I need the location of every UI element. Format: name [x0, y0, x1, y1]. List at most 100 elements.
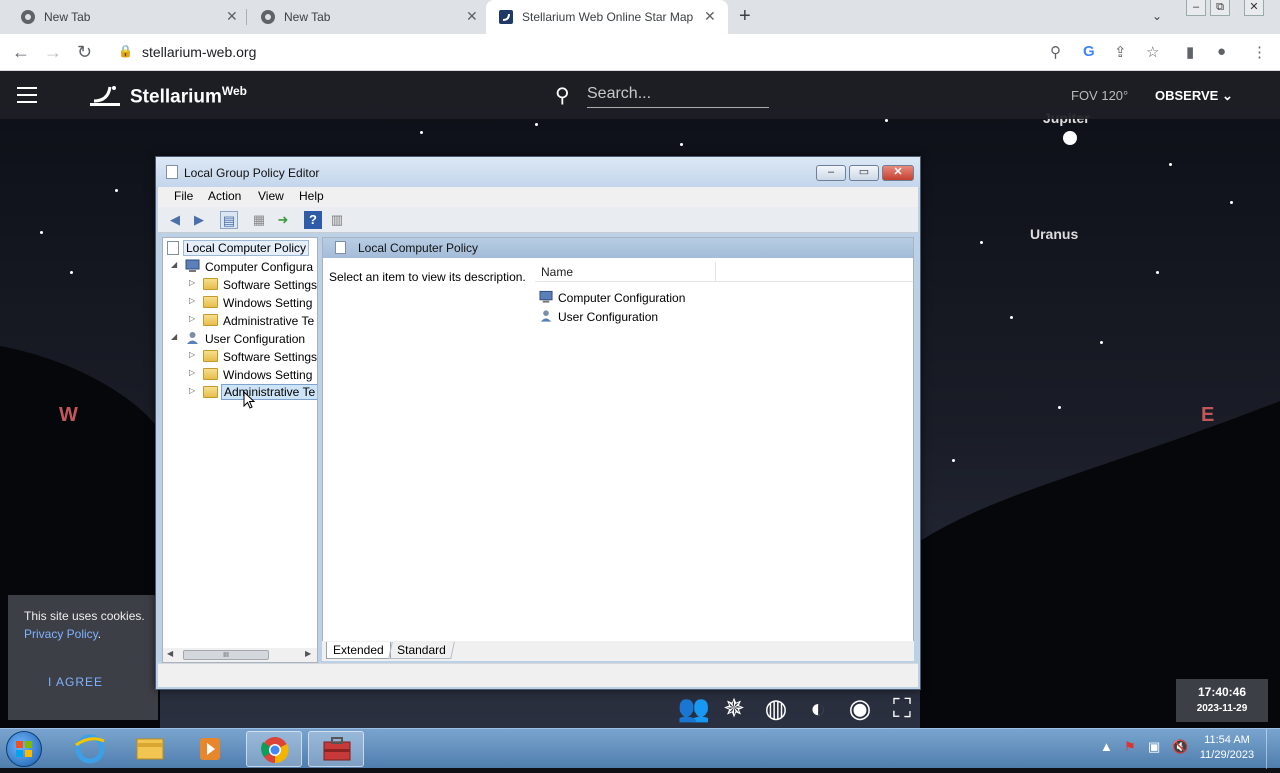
toolbox-taskbar-icon[interactable]	[308, 731, 364, 767]
tree-node-software-settings[interactable]: ▷ Software Settings	[189, 348, 317, 366]
collapsed-arrow-icon[interactable]: ▷	[189, 368, 195, 377]
forward-arrow-icon[interactable]: ▶	[190, 211, 208, 229]
show-desktop-button[interactable]	[1266, 729, 1280, 769]
menu-file[interactable]: File	[174, 189, 193, 203]
restore-window-icon[interactable]: ⧉	[1210, 0, 1230, 16]
eye-view-icon[interactable]: ◉	[842, 691, 878, 725]
side-panel-icon[interactable]: ▮	[1186, 43, 1194, 61]
minimize-button[interactable]: –	[816, 165, 846, 181]
expanded-arrow-icon[interactable]: ◢	[171, 332, 177, 341]
observe-label: OBSERVE	[1155, 88, 1219, 103]
filter-options-icon[interactable]: ▥	[328, 211, 346, 229]
close-button[interactable]: ✕	[882, 165, 914, 181]
menu-action[interactable]: Action	[208, 189, 241, 203]
star	[40, 231, 43, 234]
tree-node-user-configuration[interactable]: ◢ User Configuration	[171, 330, 317, 348]
jupiter-marker[interactable]	[1063, 131, 1077, 145]
agree-button[interactable]: I AGREE	[48, 675, 103, 689]
file-explorer-taskbar-icon[interactable]	[122, 731, 178, 767]
window-title-bar[interactable]: Local Group Policy Editor – ▭ ✕	[156, 157, 920, 187]
menu-help[interactable]: Help	[299, 189, 324, 203]
mouse-cursor-icon	[243, 391, 255, 409]
tab-standard[interactable]: Standard	[388, 642, 455, 659]
search-input[interactable]	[587, 85, 769, 108]
collapsed-arrow-icon[interactable]: ▷	[189, 386, 195, 395]
fullscreen-icon[interactable]: ⛶	[884, 691, 920, 725]
uranus-label[interactable]: Uranus	[1030, 226, 1078, 242]
close-tab-icon[interactable]: ✕	[704, 8, 716, 25]
collapsed-arrow-icon[interactable]: ▷	[189, 296, 195, 305]
show-hide-tree-icon[interactable]: ▤	[220, 211, 238, 229]
name-column-header[interactable]: Name	[535, 262, 913, 282]
browser-tab-2[interactable]: New Tab ✕	[240, 0, 486, 34]
tree-horizontal-scrollbar[interactable]: ◀ III ▶	[163, 648, 317, 662]
folder-icon	[203, 350, 218, 362]
sky-time-panel[interactable]: 17:40:46 2023-11-29	[1176, 679, 1268, 722]
tree-node-software-settings[interactable]: ▷ Software Settings	[189, 276, 317, 294]
minimize-window-icon[interactable]: –	[1186, 0, 1206, 16]
maximize-button[interactable]: ▭	[849, 165, 879, 181]
network-icon[interactable]: ▣	[1148, 739, 1160, 755]
tree-node-administrative-templates[interactable]: ▷ Administrative Te	[189, 312, 317, 330]
properties-icon[interactable]: ▦	[250, 211, 268, 229]
constellation-lines-icon[interactable]: ✵	[716, 691, 752, 725]
close-tab-icon[interactable]: ✕	[466, 8, 478, 25]
sky-date: 2023-11-29	[1196, 703, 1248, 714]
scroll-left-icon[interactable]: ◀	[167, 649, 173, 658]
observe-button[interactable]: OBSERVE ⌄	[1155, 88, 1233, 104]
tab-search-chevron-icon[interactable]: ⌄	[1152, 9, 1162, 23]
profile-avatar-icon[interactable]: ●	[1217, 43, 1226, 60]
location-pin-icon[interactable]: ⚲	[1050, 43, 1061, 61]
tree-node-windows-settings[interactable]: ▷ Windows Setting	[189, 366, 317, 384]
volume-muted-icon[interactable]: 🔇	[1172, 739, 1188, 755]
share-icon[interactable]: ⇪	[1114, 43, 1127, 61]
export-list-icon[interactable]: ➜	[274, 211, 292, 229]
system-clock[interactable]: 11:54 AM 11/29/2023	[1196, 733, 1258, 763]
sky-tools-bar: 👥 ✵ ◍ ◐ ◉ ⛶	[676, 691, 916, 727]
internet-explorer-taskbar-icon[interactable]	[62, 731, 118, 767]
media-player-taskbar-icon[interactable]	[182, 731, 238, 767]
stellarium-favicon-icon	[499, 10, 513, 24]
address-bar[interactable]: stellarium-web.org	[142, 44, 256, 60]
action-center-flag-icon[interactable]: ⚑	[1124, 739, 1136, 755]
browser-menu-icon[interactable]: ⋮	[1252, 43, 1267, 61]
cookie-banner: This site uses cookies. Privacy Policy. …	[8, 595, 158, 720]
landscape-toggle-icon[interactable]: ◐	[800, 691, 836, 725]
scroll-right-icon[interactable]: ▶	[305, 649, 311, 658]
hamburger-menu-icon[interactable]	[17, 87, 37, 108]
new-tab-button[interactable]: +	[739, 5, 751, 28]
forward-arrow-icon[interactable]: →	[44, 42, 62, 63]
browser-tab-1[interactable]: New Tab ✕	[0, 0, 246, 34]
tree-label: Administrative Te	[223, 314, 315, 328]
tree-node-windows-settings[interactable]: ▷ Windows Setting	[189, 294, 317, 312]
help-icon[interactable]: ?	[304, 211, 322, 229]
bookmark-star-icon[interactable]: ☆	[1146, 43, 1159, 61]
search-icon[interactable]: ⚲	[555, 83, 570, 108]
west-cardinal-label: W	[59, 404, 78, 426]
show-hidden-icons-icon[interactable]: ▲	[1100, 739, 1113, 754]
grid-globe-icon[interactable]: ◍	[758, 691, 794, 725]
back-arrow-icon[interactable]: ◀	[166, 211, 184, 229]
column-divider[interactable]	[715, 262, 716, 282]
google-lens-icon[interactable]: G	[1083, 43, 1095, 60]
scroll-thumb[interactable]: III	[183, 650, 269, 660]
tree-root-node[interactable]: Local Computer Policy	[165, 240, 315, 258]
tab-extended[interactable]: Extended	[326, 642, 391, 659]
close-window-icon[interactable]: ✕	[1244, 0, 1264, 16]
menu-view[interactable]: View	[258, 189, 284, 203]
start-button[interactable]	[6, 731, 42, 767]
collapsed-arrow-icon[interactable]: ▷	[189, 278, 195, 287]
expanded-arrow-icon[interactable]: ◢	[171, 260, 177, 269]
chrome-taskbar-icon[interactable]	[246, 731, 302, 767]
browser-tab-3[interactable]: Stellarium Web Online Star Map ✕	[486, 0, 728, 34]
back-arrow-icon[interactable]: ←	[12, 42, 30, 63]
tree-node-computer-configuration[interactable]: ◢ Computer Configura	[171, 258, 317, 276]
reload-icon[interactable]: ↻	[77, 42, 92, 63]
browser-toolbar: ← → ↻ 🔒 stellarium-web.org ⚲ G ⇪ ☆ ▮ ● ⋮	[0, 34, 1280, 71]
close-tab-icon[interactable]: ✕	[226, 8, 238, 25]
collapsed-arrow-icon[interactable]: ▷	[189, 350, 195, 359]
constellations-art-icon[interactable]: 👥	[676, 691, 712, 725]
collapsed-arrow-icon[interactable]: ▷	[189, 314, 195, 323]
lock-icon[interactable]: 🔒	[118, 44, 133, 58]
privacy-policy-link[interactable]: Privacy Policy.	[24, 627, 101, 641]
